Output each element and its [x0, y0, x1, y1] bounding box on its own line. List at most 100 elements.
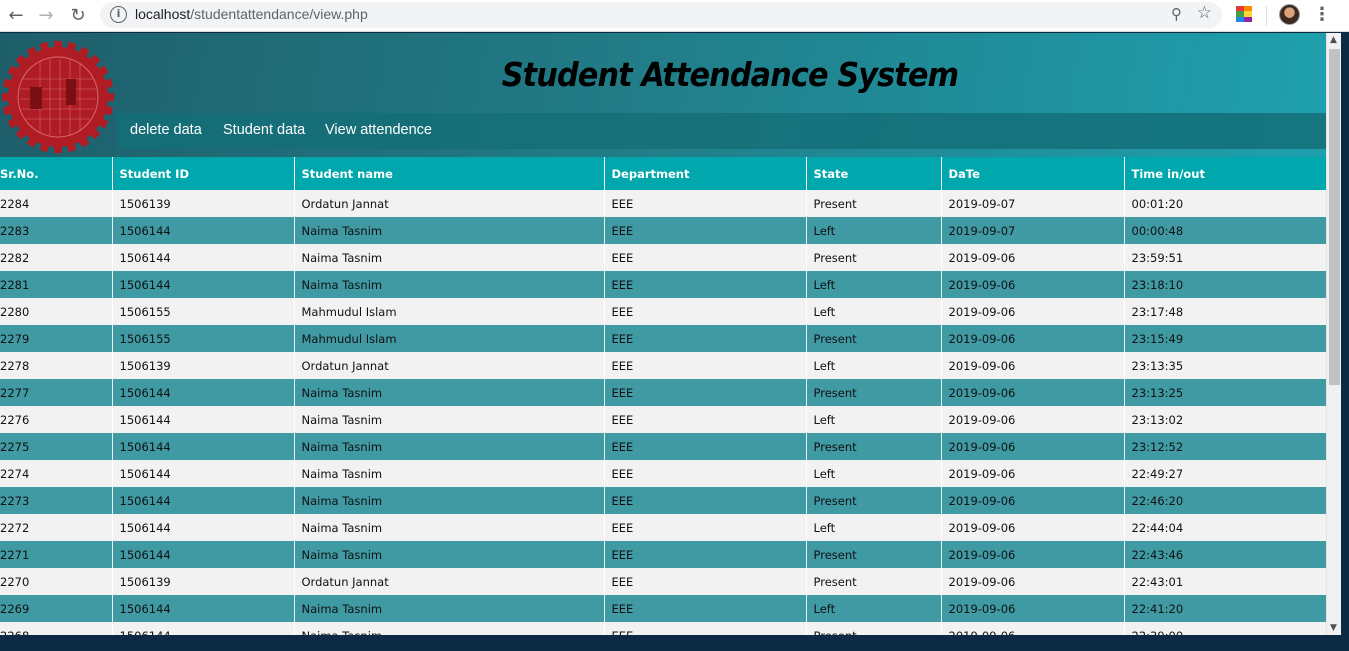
cell-student-name: Mahmudul Islam — [294, 325, 605, 352]
desktop-background — [1341, 33, 1349, 651]
cell-sr-no: 2278 — [0, 352, 113, 379]
star-icon[interactable]: ☆ — [1197, 3, 1212, 23]
cell-date: 2019-09-06 — [941, 433, 1125, 460]
cell-student-name: Naima Tasnim — [294, 541, 605, 568]
cell-student-name: Naima Tasnim — [294, 514, 605, 541]
cell-time: 23:59:51 — [1124, 244, 1326, 271]
info-icon[interactable]: i — [110, 6, 127, 23]
reload-icon[interactable]: ↻ — [66, 4, 90, 28]
scrollbar-thumb[interactable] — [1329, 49, 1340, 385]
cell-department: EEE — [604, 568, 807, 595]
cell-time: 22:49:27 — [1124, 460, 1326, 487]
cell-student-name: Naima Tasnim — [294, 217, 605, 244]
vertical-scrollbar[interactable]: ▲ ▼ — [1326, 33, 1341, 635]
table-row: 2270 1506139 Ordatun Jannat EEE Present 2019-… — [0, 568, 1326, 595]
table-row: 2275 1506144 Naima Tasnim EEE Present 2019-09… — [0, 433, 1326, 460]
cell-sr-no: 2275 — [0, 433, 113, 460]
nav-view-attendence[interactable]: View attendence — [325, 122, 432, 138]
cell-student-id: 1506139 — [112, 352, 295, 379]
cell-department: EEE — [604, 352, 807, 379]
kebab-menu-icon[interactable]: ⋮ — [1313, 4, 1331, 25]
zoom-icon[interactable]: ⚲ — [1171, 5, 1182, 23]
url-text[interactable]: localhost/studentattendance/view.php — [135, 6, 368, 22]
cell-student-id: 1506139 — [112, 190, 295, 217]
cell-date: 2019-09-06 — [941, 541, 1125, 568]
cell-department: EEE — [604, 406, 807, 433]
cell-student-id: 1506144 — [112, 487, 295, 514]
nav-student-data[interactable]: Student data — [223, 122, 305, 138]
cell-sr-no: 2282 — [0, 244, 113, 271]
cell-student-name: Naima Tasnim — [294, 487, 605, 514]
nav-delete-data[interactable]: delete data — [130, 122, 202, 138]
cell-state: Present — [806, 487, 942, 514]
cell-time: 23:13:02 — [1124, 406, 1326, 433]
cell-student-id: 1506144 — [112, 217, 295, 244]
cell-date: 2019-09-06 — [941, 298, 1125, 325]
cell-date: 2019-09-06 — [941, 622, 1125, 635]
cell-date: 2019-09-06 — [941, 595, 1125, 622]
forward-arrow-icon[interactable]: → — [34, 4, 58, 28]
cell-date: 2019-09-06 — [941, 352, 1125, 379]
cell-date: 2019-09-06 — [941, 271, 1125, 298]
cell-student-name: Ordatun Jannat — [294, 190, 605, 217]
col-department: Department — [604, 157, 807, 190]
cell-student-id: 1506155 — [112, 325, 295, 352]
table-row: 2279 1506155 Mahmudul Islam EEE Present 2019-… — [0, 325, 1326, 352]
table-row: 2276 1506144 Naima Tasnim EEE Left 2019-09-06… — [0, 406, 1326, 433]
cell-student-id: 1506144 — [112, 433, 295, 460]
cell-state: Present — [806, 379, 942, 406]
cell-sr-no: 2276 — [0, 406, 113, 433]
cell-state: Left — [806, 460, 942, 487]
cell-student-name: Naima Tasnim — [294, 595, 605, 622]
cell-date: 2019-09-06 — [941, 406, 1125, 433]
cell-sr-no: 2281 — [0, 271, 113, 298]
cell-sr-no: 2269 — [0, 595, 113, 622]
site-header: Student Attendance System delete data St… — [0, 33, 1326, 157]
table-row: 2284 1506139 Ordatun Jannat EEE Present 2019-… — [0, 190, 1326, 217]
cell-student-id: 1506144 — [112, 622, 295, 635]
cell-sr-no: 2280 — [0, 298, 113, 325]
cell-date: 2019-09-06 — [941, 460, 1125, 487]
table-row: 2280 1506155 Mahmudul Islam EEE Left 2019-09-… — [0, 298, 1326, 325]
cell-student-name: Naima Tasnim — [294, 622, 605, 635]
cell-time: 23:15:49 — [1124, 325, 1326, 352]
page-viewport: Student Attendance System delete data St… — [0, 33, 1326, 635]
col-date: DaTe — [941, 157, 1125, 190]
table-row: 2283 1506144 Naima Tasnim EEE Left 2019-09-07… — [0, 217, 1326, 244]
cell-student-id: 1506144 — [112, 460, 295, 487]
scroll-down-icon[interactable]: ▼ — [1330, 623, 1337, 633]
cell-time: 22:43:46 — [1124, 541, 1326, 568]
cell-time: 00:01:20 — [1124, 190, 1326, 217]
cell-state: Left — [806, 298, 942, 325]
cell-time: 22:41:20 — [1124, 595, 1326, 622]
toolbar-divider — [1266, 6, 1267, 26]
table-row: 22681506144Naima TasnimEEEPresent2019-09… — [0, 622, 1326, 635]
cell-department: EEE — [604, 298, 807, 325]
cell-department: EEE — [604, 433, 807, 460]
address-bar[interactable]: i localhost/studentattendance/view.php ⚲… — [100, 2, 1222, 28]
cell-department: EEE — [604, 541, 807, 568]
cell-state: Present — [806, 433, 942, 460]
cell-student-name: Naima Tasnim — [294, 379, 605, 406]
cell-state: Present — [806, 325, 942, 352]
back-arrow-icon[interactable]: ← — [4, 4, 28, 28]
cell-time: 23:13:25 — [1124, 379, 1326, 406]
cell-department: EEE — [604, 217, 807, 244]
cell-department: EEE — [604, 460, 807, 487]
cell-date: 2019-09-06 — [941, 487, 1125, 514]
cell-sr-no: 2272 — [0, 514, 113, 541]
cell-date: 2019-09-06 — [941, 325, 1125, 352]
scroll-up-icon[interactable]: ▲ — [1330, 35, 1337, 45]
cell-state: Left — [806, 406, 942, 433]
extension-icon[interactable] — [1236, 6, 1252, 22]
table-row: 2274 1506144 Naima Tasnim EEE Left 2019-09-06… — [0, 460, 1326, 487]
col-state: State — [806, 157, 942, 190]
cell-sr-no: 2283 — [0, 217, 113, 244]
table-row: 2272 1506144 Naima Tasnim EEE Left 2019-09-06… — [0, 514, 1326, 541]
cell-date: 2019-09-06 — [941, 244, 1125, 271]
cell-student-id: 1506144 — [112, 514, 295, 541]
cell-department: EEE — [604, 622, 807, 635]
cell-time: 23:18:10 — [1124, 271, 1326, 298]
cell-department: EEE — [604, 190, 807, 217]
profile-avatar[interactable] — [1279, 4, 1300, 25]
